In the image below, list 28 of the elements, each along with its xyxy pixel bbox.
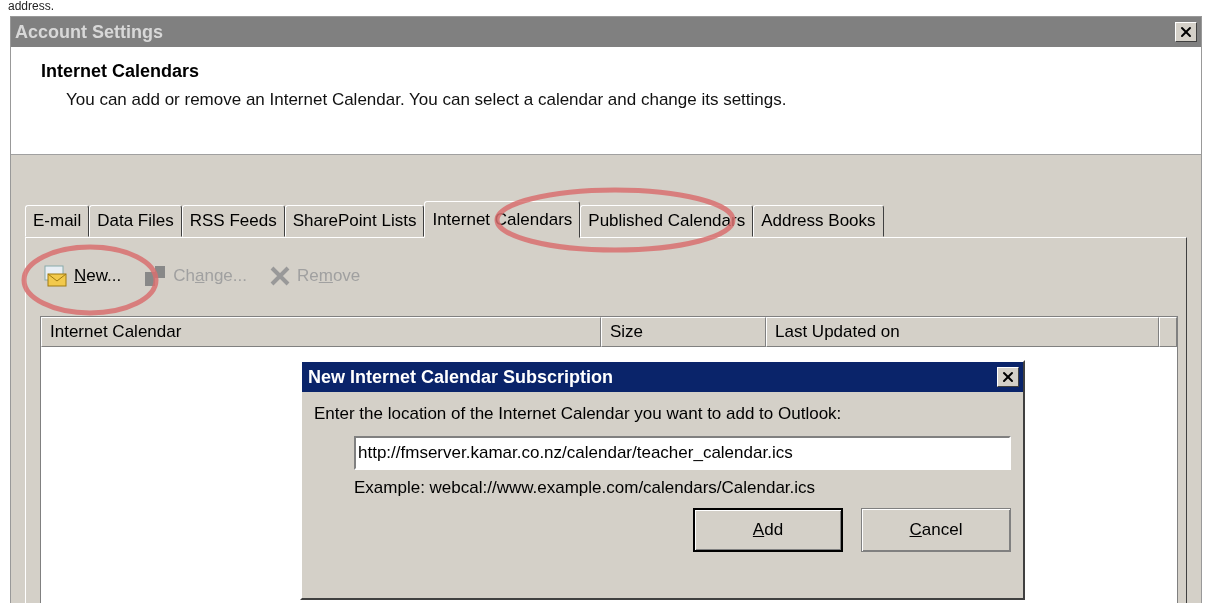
column-header[interactable]: Last Updated on [766, 317, 1159, 347]
dialog-title: New Internet Calendar Subscription [308, 366, 614, 388]
document-icon [143, 264, 168, 288]
column-header[interactable]: Size [601, 317, 766, 347]
dialog-button[interactable]: Add [693, 508, 843, 552]
example-text: Example: webcal://www.example.com/calendars/Calendar.ics [354, 478, 817, 498]
url-field[interactable]: http://fmserver.kamar.co.nz/calendar/teacher_calendar.ics [354, 436, 1011, 470]
window-title: Account Settings [15, 21, 163, 43]
close-button[interactable] [997, 367, 1019, 387]
tab[interactable]: Internet Calendars [424, 201, 581, 238]
close-icon [1000, 369, 1016, 385]
tab[interactable]: Published Calendars [580, 205, 754, 237]
close-icon [1178, 24, 1194, 40]
envelope-icon [42, 264, 68, 288]
prompt-text: Enter the location of the Internet Calendar you want to add to Outlook: [314, 404, 843, 424]
tab[interactable]: SharePoint Lists [284, 205, 425, 237]
tab[interactable]: Address Books [753, 205, 884, 237]
column-header[interactable]: Internet Calendar [41, 317, 601, 347]
tab[interactable]: Data Files [89, 205, 182, 237]
delete-icon [269, 265, 291, 287]
dialog-button[interactable]: Cancel [861, 508, 1011, 552]
new-button[interactable]: New... [40, 262, 124, 290]
section-title: Internet Calendars [41, 61, 201, 82]
caption-text: address. [7, 0, 55, 12]
tab[interactable]: RSS Feeds [181, 205, 285, 237]
close-button[interactable] [1175, 22, 1197, 42]
tab[interactable]: E-mail [25, 205, 90, 237]
section-description: You can add or remove an Internet Calendar. You can select a calendar and change its settings. [66, 90, 788, 110]
